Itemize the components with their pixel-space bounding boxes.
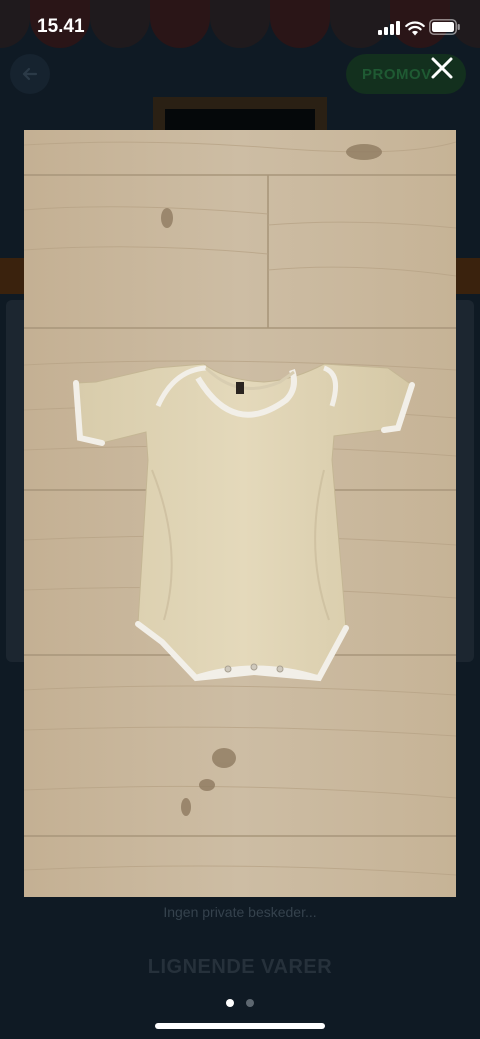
page-dot-2[interactable] <box>246 999 254 1007</box>
card-edge-right <box>456 300 474 662</box>
cellular-signal-icon <box>378 21 400 35</box>
battery-icon <box>429 19 460 35</box>
close-icon <box>431 57 453 79</box>
similar-items-heading: LIGNENDE VARER <box>147 956 333 978</box>
close-button[interactable] <box>424 52 460 84</box>
featured-frame-inner <box>165 109 315 131</box>
status-time: 15.41 <box>37 16 85 37</box>
back-button[interactable] <box>10 54 50 94</box>
wifi-icon <box>405 21 425 36</box>
product-photo[interactable] <box>24 130 456 897</box>
private-messages-text: Ingen private beskeder... <box>163 904 317 920</box>
baby-bodysuit-photo <box>24 130 456 897</box>
banner-edge-left <box>0 258 24 294</box>
arrow-left-icon <box>22 67 38 81</box>
status-bar: 15.41 <box>0 0 480 56</box>
home-indicator[interactable] <box>155 1023 325 1029</box>
page-dot-1[interactable] <box>226 999 234 1007</box>
gallery-pagination <box>0 999 480 1007</box>
card-edge-left <box>6 300 24 662</box>
banner-edge-right <box>456 258 480 294</box>
